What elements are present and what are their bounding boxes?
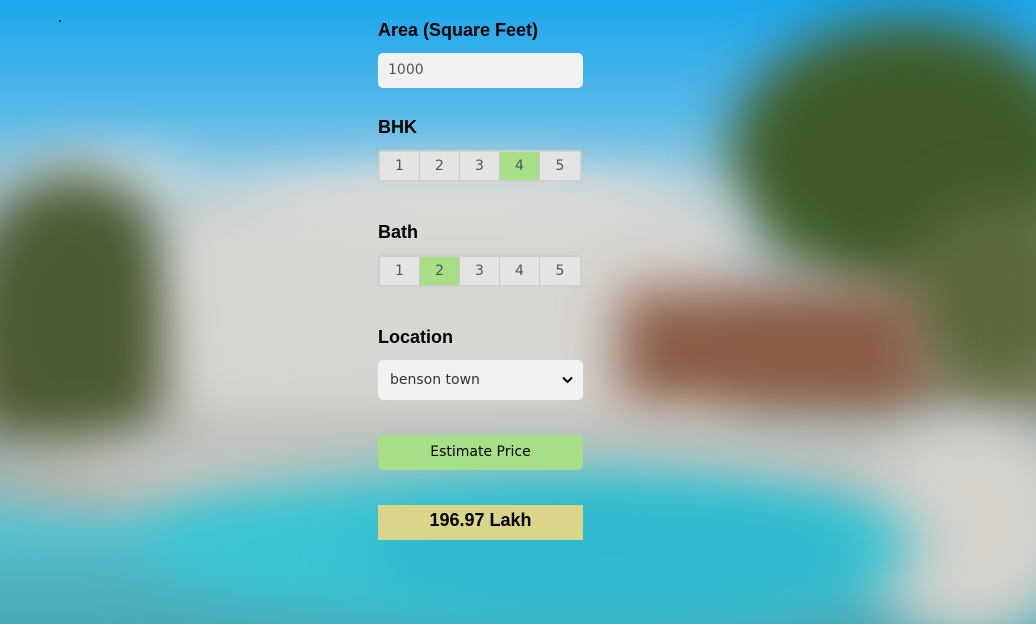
area-label: Area (Square Feet) (378, 20, 539, 40)
stray-dot (59, 20, 61, 22)
bath-option-3[interactable]: 3 (460, 257, 500, 285)
bhk-selector: 12345 (378, 150, 582, 182)
area-input[interactable]: 1000 (378, 53, 583, 88)
estimated-price-result: 196.97 Lakh (378, 505, 583, 540)
location-selected-value: benson town (390, 372, 480, 388)
chevron-down-icon (562, 360, 573, 400)
bhk-option-2[interactable]: 2 (420, 152, 460, 180)
bath-option-5[interactable]: 5 (540, 257, 580, 285)
house-brick-blur (620, 290, 920, 410)
bath-option-4[interactable]: 4 (500, 257, 540, 285)
bhk-option-3[interactable]: 3 (460, 152, 500, 180)
bhk-option-4[interactable]: 4 (500, 152, 540, 180)
bhk-label: BHK (378, 117, 417, 137)
bhk-option-1[interactable]: 1 (380, 152, 420, 180)
location-select[interactable]: benson town (378, 360, 583, 400)
estimate-price-button[interactable]: Estimate Price (378, 435, 583, 470)
bath-option-1[interactable]: 1 (380, 257, 420, 285)
bath-label: Bath (378, 222, 418, 242)
location-label: Location (378, 327, 453, 347)
tree-left-blur (0, 170, 190, 470)
bath-option-2[interactable]: 2 (420, 257, 460, 285)
bath-selector: 12345 (378, 255, 582, 287)
bhk-option-5[interactable]: 5 (540, 152, 580, 180)
